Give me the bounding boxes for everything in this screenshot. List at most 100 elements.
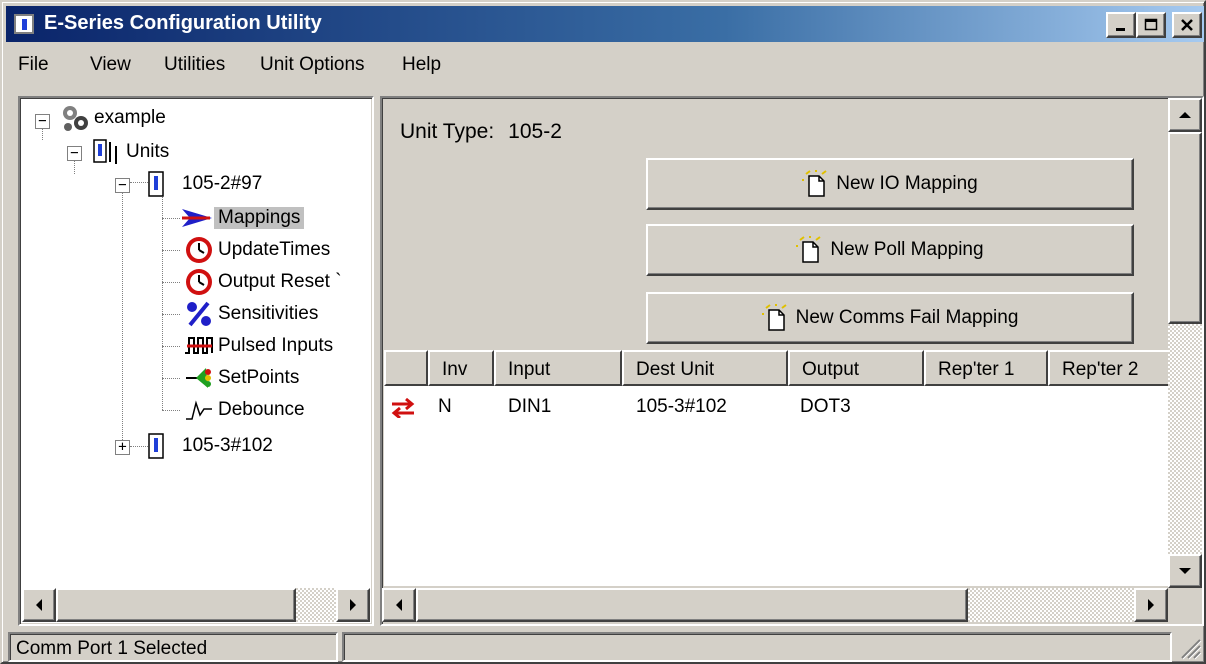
status-bar: Comm Port 1 Selected (6, 630, 1204, 662)
setpoint-icon (186, 368, 211, 388)
column-header-dest-unit[interactable]: Dest Unit (622, 350, 788, 386)
column-header-output[interactable]: Output (788, 350, 924, 386)
window-title: E-Series Configuration Utility (44, 12, 322, 34)
tree-item-label: 105-3#102 (182, 435, 273, 456)
unit-device-icon (148, 171, 164, 197)
menu-bar: File View Utilities Unit Options Help (6, 44, 1204, 84)
unit-type-display: Unit Type: 105-2 (400, 120, 562, 144)
tree-item-label: Debounce (218, 399, 305, 420)
arrow-right-icon (1148, 599, 1154, 611)
minimize-button[interactable] (1106, 12, 1136, 38)
column-header-repeater-2[interactable]: Rep'ter 2 (1048, 350, 1168, 386)
column-header-input[interactable]: Input (494, 350, 622, 386)
scroll-up-button[interactable] (1168, 98, 1202, 132)
tree-item-setpoints[interactable]: SetPoints (184, 362, 303, 394)
cell-output: DOT3 (800, 396, 851, 417)
tree-item-label: Output Reset ` (218, 271, 342, 292)
bidirectional-arrows-icon (391, 398, 415, 418)
tree-line (42, 128, 43, 140)
menu-utilities[interactable]: Utilities (164, 54, 225, 76)
tree-item-label: UpdateTimes (218, 239, 331, 260)
title-bar[interactable]: E-Series Configuration Utility (6, 6, 1204, 42)
tree-item-debounce[interactable]: Debounce (184, 394, 309, 426)
resize-grip-icon[interactable] (1178, 636, 1202, 660)
tree-line (162, 314, 180, 315)
arrow-left-icon (396, 599, 402, 611)
tree-item-updatetimes[interactable]: UpdateTimes (184, 234, 334, 266)
scroll-left-button[interactable] (382, 588, 416, 622)
tree-item-mappings[interactable]: Mappings (180, 202, 305, 234)
scroll-right-button[interactable] (1134, 588, 1168, 622)
column-header-icon[interactable] (384, 350, 428, 386)
arrow-icon (182, 209, 212, 227)
unit-device-icon (148, 433, 164, 459)
menu-view[interactable]: View (90, 54, 131, 76)
tree-item-unit-105-2-97[interactable]: 105-2#97 (146, 168, 266, 200)
collapse-toggle[interactable]: − (35, 114, 50, 129)
details-horizontal-scrollbar[interactable] (382, 588, 1168, 622)
tree-item-pulsed-inputs[interactable]: Pulsed Inputs (184, 330, 337, 362)
tree-item-sensitivities[interactable]: Sensitivities (184, 298, 322, 330)
new-poll-mapping-button[interactable]: New Poll Mapping (646, 224, 1134, 276)
tree-line (162, 282, 180, 283)
status-secondary (342, 632, 1172, 662)
table-header: Inv Input Dest Unit Output Rep'ter 1 Rep… (384, 350, 1168, 386)
scroll-thumb[interactable] (416, 588, 968, 622)
arrow-up-icon (1179, 112, 1191, 118)
table-row[interactable]: N DIN1 105-3#102 DOT3 (384, 386, 1168, 426)
tree-item-units[interactable]: Units (92, 136, 173, 168)
units-icon (93, 139, 117, 164)
scroll-right-button[interactable] (336, 588, 370, 622)
new-poll-mapping-label: New Poll Mapping (830, 239, 984, 260)
scroll-down-button[interactable] (1168, 554, 1202, 588)
scroll-thumb[interactable] (1168, 132, 1202, 324)
tree-line (162, 346, 180, 347)
tree-item-label: 105-2#97 (182, 173, 263, 194)
arrow-down-icon (1179, 568, 1191, 574)
app-icon (14, 14, 34, 34)
new-comms-fail-mapping-button[interactable]: New Comms Fail Mapping (646, 292, 1134, 344)
close-button[interactable] (1172, 12, 1202, 38)
tree-line (74, 160, 75, 174)
tree-item-label: Pulsed Inputs (218, 335, 334, 356)
cell-dest-unit: 105-3#102 (636, 396, 727, 417)
menu-unit-options[interactable]: Unit Options (260, 54, 365, 76)
column-header-repeater-1[interactable]: Rep'ter 1 (924, 350, 1048, 386)
new-comms-fail-mapping-label: New Comms Fail Mapping (795, 307, 1019, 328)
tree-horizontal-scrollbar[interactable] (22, 588, 370, 622)
arrow-left-icon (36, 599, 42, 611)
app-window: E-Series Configuration Utility File View… (0, 0, 1206, 664)
collapse-toggle[interactable]: − (67, 146, 82, 161)
menu-file[interactable]: File (18, 54, 49, 76)
maximize-button[interactable] (1136, 12, 1166, 38)
expand-toggle[interactable]: + (115, 440, 130, 455)
cell-input: DIN1 (508, 396, 552, 417)
tree-item-label: example (94, 107, 166, 128)
cell-inv: N (438, 396, 452, 417)
collapse-toggle[interactable]: − (115, 178, 130, 193)
new-document-icon (761, 304, 787, 331)
tree-item-label: Sensitivities (218, 303, 319, 324)
tree-view[interactable]: − example − Units − 105-2#97 Mappings Up… (18, 96, 374, 626)
tree-item-unit-105-3-102[interactable]: 105-3#102 (146, 430, 277, 462)
pulse-icon (185, 337, 213, 354)
details-vertical-scrollbar[interactable] (1168, 98, 1202, 588)
new-io-mapping-button[interactable]: New IO Mapping (646, 158, 1134, 210)
tree-item-label: Units (126, 141, 170, 162)
new-document-icon (796, 236, 822, 263)
debounce-icon (186, 400, 212, 420)
gears-icon (63, 106, 88, 131)
tree-line (162, 218, 180, 219)
tree-line (122, 192, 123, 446)
scroll-thumb[interactable] (56, 588, 296, 622)
tree-content: − example − Units − 105-2#97 Mappings Up… (22, 100, 370, 584)
tree-item-example[interactable]: example (60, 102, 170, 134)
tree-item-output-reset[interactable]: Output Reset ` (184, 266, 346, 298)
column-header-inv[interactable]: Inv (428, 350, 494, 386)
maximize-icon (1144, 18, 1158, 31)
menu-help[interactable]: Help (402, 54, 441, 76)
arrow-right-icon (350, 599, 356, 611)
status-text: Comm Port 1 Selected (8, 632, 338, 662)
scroll-left-button[interactable] (22, 588, 56, 622)
minimize-icon (1116, 28, 1125, 31)
